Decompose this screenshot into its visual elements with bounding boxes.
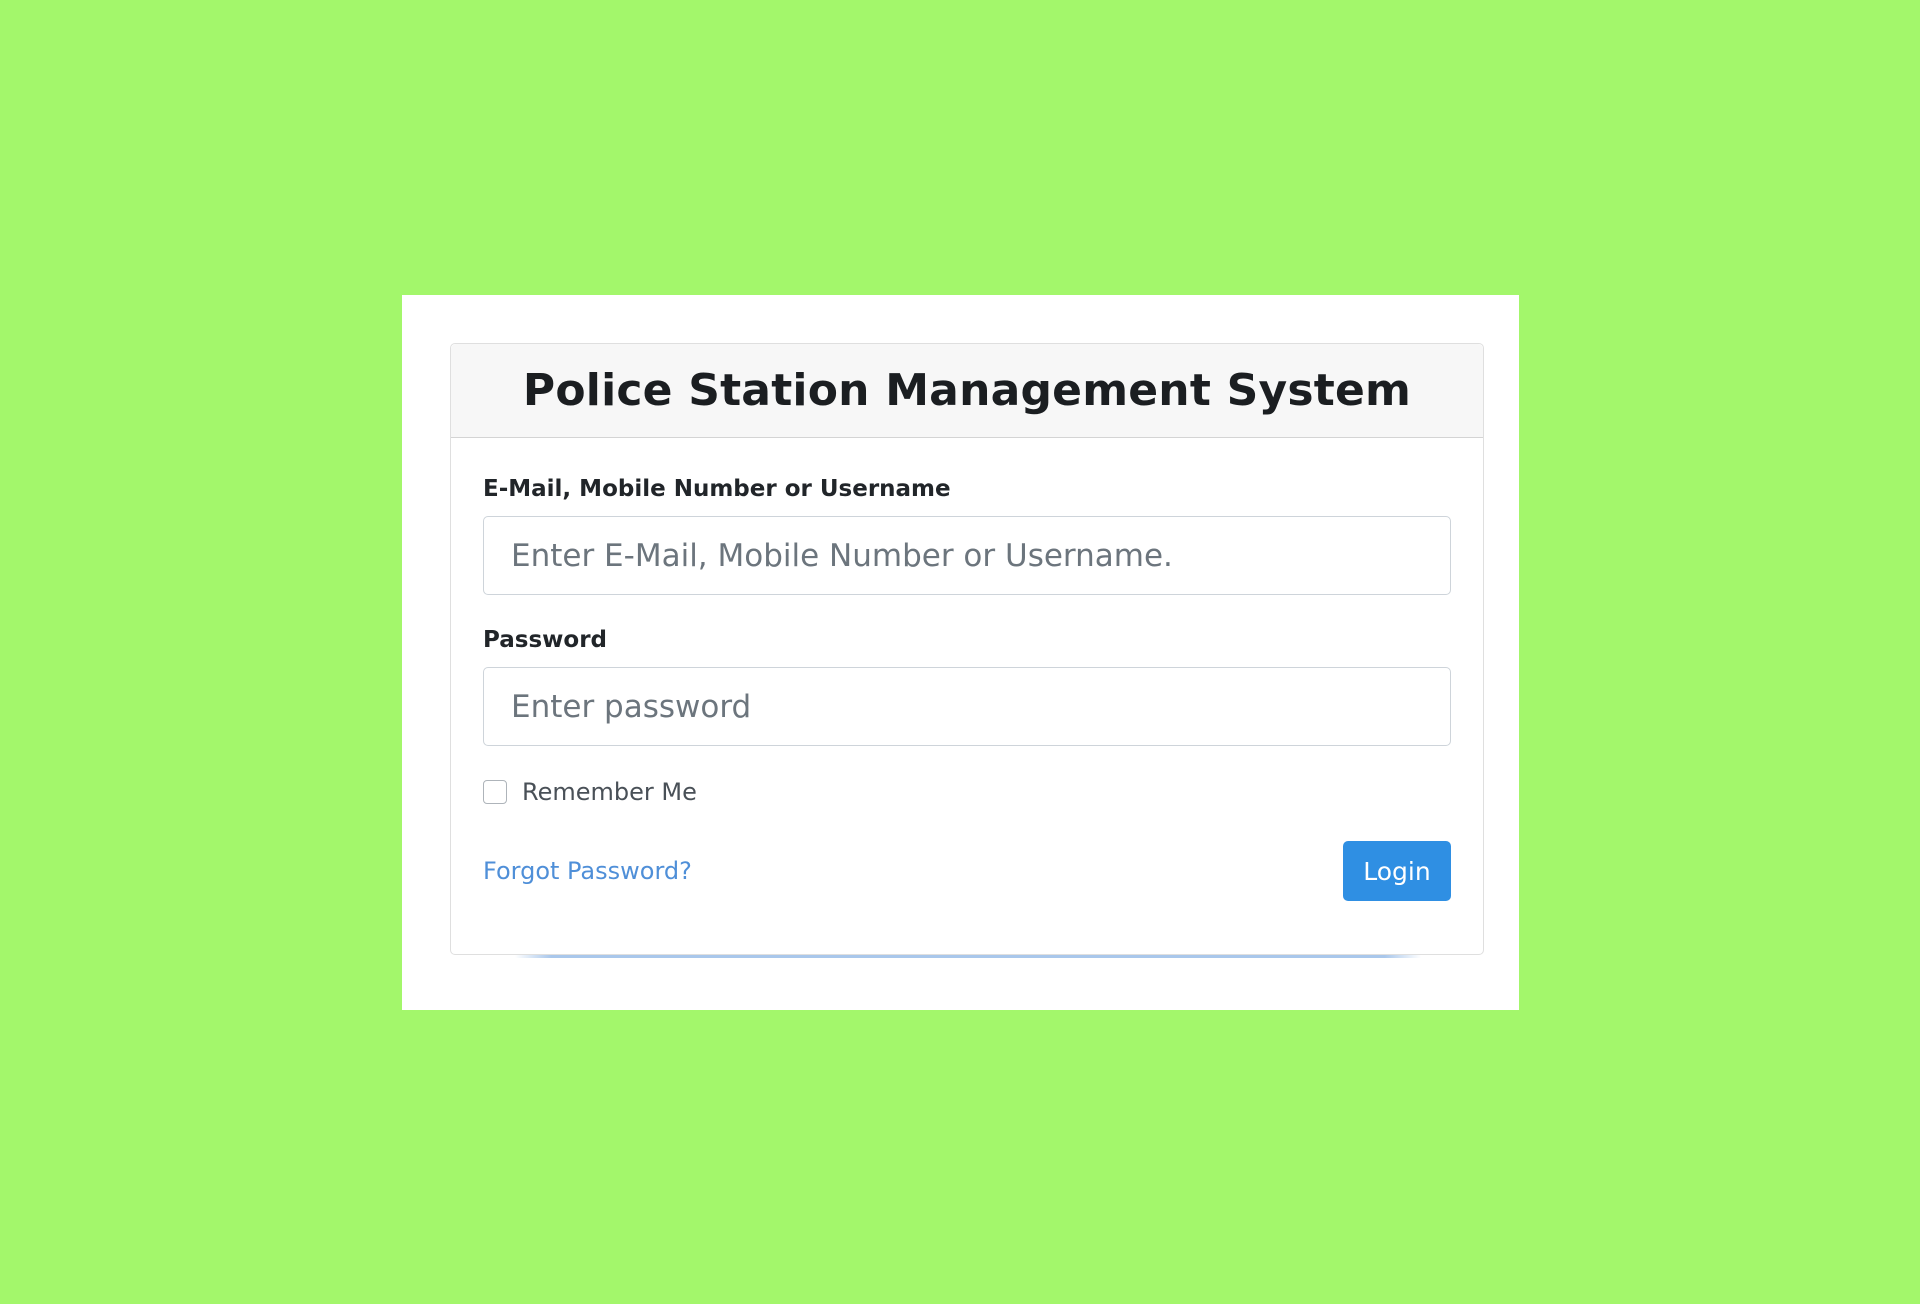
email-label: E-Mail, Mobile Number or Username: [483, 476, 951, 502]
login-panel: Police Station Management System E-Mail,…: [402, 295, 1519, 1010]
remember-me-checkbox[interactable]: [483, 780, 507, 804]
password-input[interactable]: [483, 667, 1451, 746]
card-body: E-Mail, Mobile Number or Username Passwo…: [451, 438, 1483, 901]
remember-me-row: Remember Me: [483, 778, 1451, 806]
card-bottom-divider: [515, 955, 1421, 958]
page-title: Police Station Management System: [522, 365, 1412, 416]
forgot-password-link[interactable]: Forgot Password?: [483, 857, 692, 885]
card-header: Police Station Management System: [451, 344, 1483, 438]
remember-me-label[interactable]: Remember Me: [522, 778, 697, 806]
email-input[interactable]: [483, 516, 1451, 595]
password-label: Password: [483, 627, 607, 653]
form-footer: Forgot Password? Login: [483, 841, 1451, 901]
login-card: Police Station Management System E-Mail,…: [450, 343, 1484, 958]
login-button[interactable]: Login: [1343, 841, 1451, 901]
